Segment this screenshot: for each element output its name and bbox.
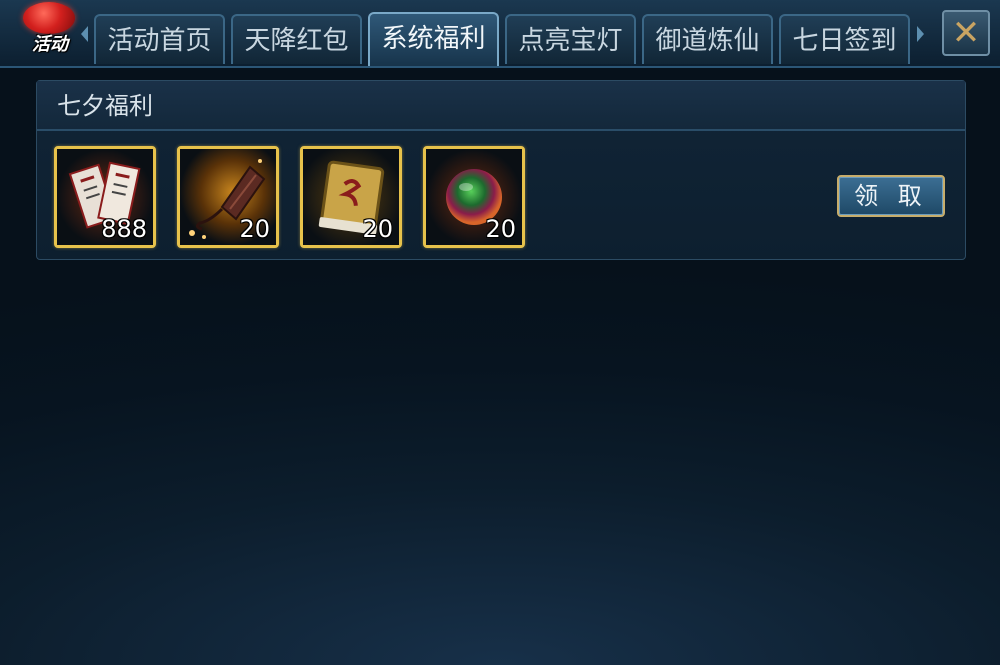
emblem-label: 活动 <box>32 34 68 55</box>
item-count: 20 <box>485 215 516 243</box>
welfare-panel: 七夕福利 888 20 20 20 领 取 <box>36 80 966 260</box>
item-count: 20 <box>362 215 393 243</box>
close-button[interactable]: ✕ <box>942 10 990 56</box>
tab-bar: 活动 活动首页 天降红包 系统福利 点亮宝灯 御道炼仙 七日签到 ✕ <box>0 0 1000 68</box>
activity-emblem: 活动 <box>20 0 82 60</box>
reward-item-orb[interactable]: 20 <box>423 146 525 248</box>
scroll-right-icon[interactable] <box>917 26 924 42</box>
scroll-left-icon[interactable] <box>81 26 88 42</box>
tab-seven-day-signin[interactable]: 七日签到 <box>779 14 910 64</box>
tab-system-welfare[interactable]: 系统福利 <box>368 12 499 66</box>
reward-item-talisman[interactable]: 888 <box>54 146 156 248</box>
tab-red-packet[interactable]: 天降红包 <box>231 14 362 64</box>
tab-refine-immortal[interactable]: 御道炼仙 <box>642 14 773 64</box>
claim-button[interactable]: 领 取 <box>837 175 945 217</box>
item-count: 888 <box>101 215 147 243</box>
reward-item-scroll[interactable]: 20 <box>177 146 279 248</box>
tab-activity-home[interactable]: 活动首页 <box>94 14 225 64</box>
panel-title: 七夕福利 <box>57 92 153 120</box>
activity-window: 活动 活动首页 天降红包 系统福利 点亮宝灯 御道炼仙 七日签到 ✕ 七夕福利 … <box>0 0 1000 665</box>
tab-light-lantern[interactable]: 点亮宝灯 <box>505 14 636 64</box>
item-count: 20 <box>239 215 270 243</box>
reward-item-book[interactable]: 20 <box>300 146 402 248</box>
panel-header: 七夕福利 <box>37 81 965 131</box>
close-icon: ✕ <box>951 13 981 53</box>
